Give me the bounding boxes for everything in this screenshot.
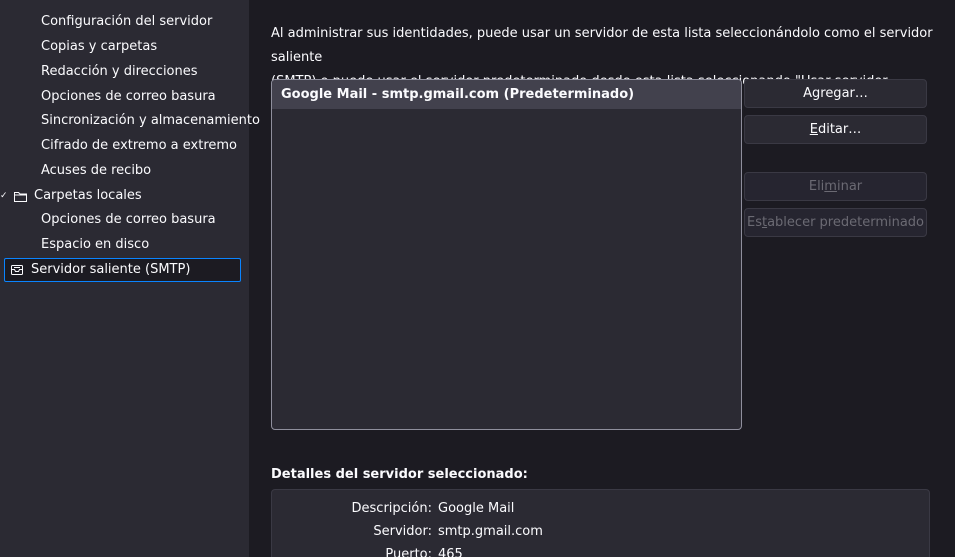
set-default-button[interactable]: Establecer predeterminado xyxy=(744,208,927,237)
sidebar-item-label: Acuses de recibo xyxy=(41,163,152,178)
sidebar-item-local-folders[interactable]: ✓ Carpetas locales xyxy=(0,184,142,208)
sidebar-item-label: Opciones de correo basura xyxy=(41,212,216,227)
sidebar-item-label: Cifrado de extremo a extremo xyxy=(41,138,237,153)
smtp-server-list[interactable]: Google Mail - smtp.gmail.com (Predetermi… xyxy=(271,79,742,430)
sidebar-item-label: Redacción y direcciones xyxy=(41,64,198,79)
account-tree-sidebar: Configuración del servidor Copias y carp… xyxy=(0,0,260,557)
sidebar-item-sync-storage[interactable]: Sincronización y almacenamiento xyxy=(41,109,260,133)
remove-button[interactable]: Eliminar xyxy=(744,172,927,201)
intro-line: Al administrar sus identidades, puede us… xyxy=(271,26,933,65)
sidebar-item-label: Configuración del servidor xyxy=(41,14,213,29)
sidebar-item-copies-folders[interactable]: Copias y carpetas xyxy=(41,35,157,59)
detail-label: Descripción: xyxy=(351,501,432,516)
sidebar-item-label: Carpetas locales xyxy=(34,188,142,203)
sidebar-item-label: Servidor saliente (SMTP) xyxy=(31,262,191,277)
detail-label: Servidor: xyxy=(373,524,432,539)
default-label-pre: Es xyxy=(746,215,762,230)
account-settings-window: Configuración del servidor Copias y carp… xyxy=(0,0,955,557)
sidebar-item-server-settings[interactable]: Configuración del servidor xyxy=(41,10,212,34)
detail-row-description: Descripción: Google Mail xyxy=(272,498,931,520)
list-item[interactable]: Google Mail - smtp.gmail.com (Predetermi… xyxy=(272,80,741,109)
detail-row-port: Puerto: 465 xyxy=(272,544,931,557)
add-button[interactable]: Agregar… xyxy=(744,79,927,108)
detail-value: Google Mail xyxy=(438,501,515,516)
sidebar-item-composition[interactable]: Redacción y direcciones xyxy=(41,60,198,84)
edit-accesskey: E xyxy=(809,122,818,137)
detail-label: Puerto: xyxy=(385,547,432,557)
sidebar-item-local-junk[interactable]: Opciones de correo basura xyxy=(41,208,216,232)
sidebar-item-outgoing-server[interactable]: Servidor saliente (SMTP) xyxy=(4,258,241,282)
remove-label-pre: Eli xyxy=(808,179,825,194)
details-heading: Detalles del servidor seleccionado: xyxy=(271,467,528,482)
sidebar-item-junk-settings[interactable]: Opciones de correo basura xyxy=(41,85,216,109)
server-label: Google Mail - smtp.gmail.com (Predetermi… xyxy=(281,87,635,102)
sidebar-item-return-receipts[interactable]: Acuses de recibo xyxy=(41,159,151,183)
sidebar-item-disk-space[interactable]: Espacio en disco xyxy=(41,233,149,257)
sidebar-item-e2e-encryption[interactable]: Cifrado de extremo a extremo xyxy=(41,134,237,158)
sidebar-item-label: Sincronización y almacenamiento xyxy=(41,113,260,128)
detail-value: 465 xyxy=(438,547,463,557)
outbox-icon xyxy=(9,262,25,278)
folder-icon xyxy=(12,188,28,204)
server-details-box: Descripción: Google Mail Servidor: smtp.… xyxy=(271,489,930,557)
detail-value: smtp.gmail.com xyxy=(438,524,543,539)
edit-label-post: ditar… xyxy=(817,122,862,137)
add-button-label: Agregar… xyxy=(803,86,868,101)
sidebar-item-label: Espacio en disco xyxy=(41,237,150,252)
outgoing-server-panel: Al administrar sus identidades, puede us… xyxy=(249,0,955,557)
edit-button[interactable]: Editar… xyxy=(744,115,927,144)
chevron-down-icon[interactable]: ✓ xyxy=(0,184,10,208)
sidebar-item-label: Opciones de correo basura xyxy=(41,89,216,104)
remove-accesskey: m xyxy=(824,179,837,194)
remove-label-post: inar xyxy=(836,179,863,194)
detail-row-server: Servidor: smtp.gmail.com xyxy=(272,521,931,543)
sidebar-item-label: Copias y carpetas xyxy=(41,39,158,54)
default-label-post: ablecer predeterminado xyxy=(767,215,925,230)
